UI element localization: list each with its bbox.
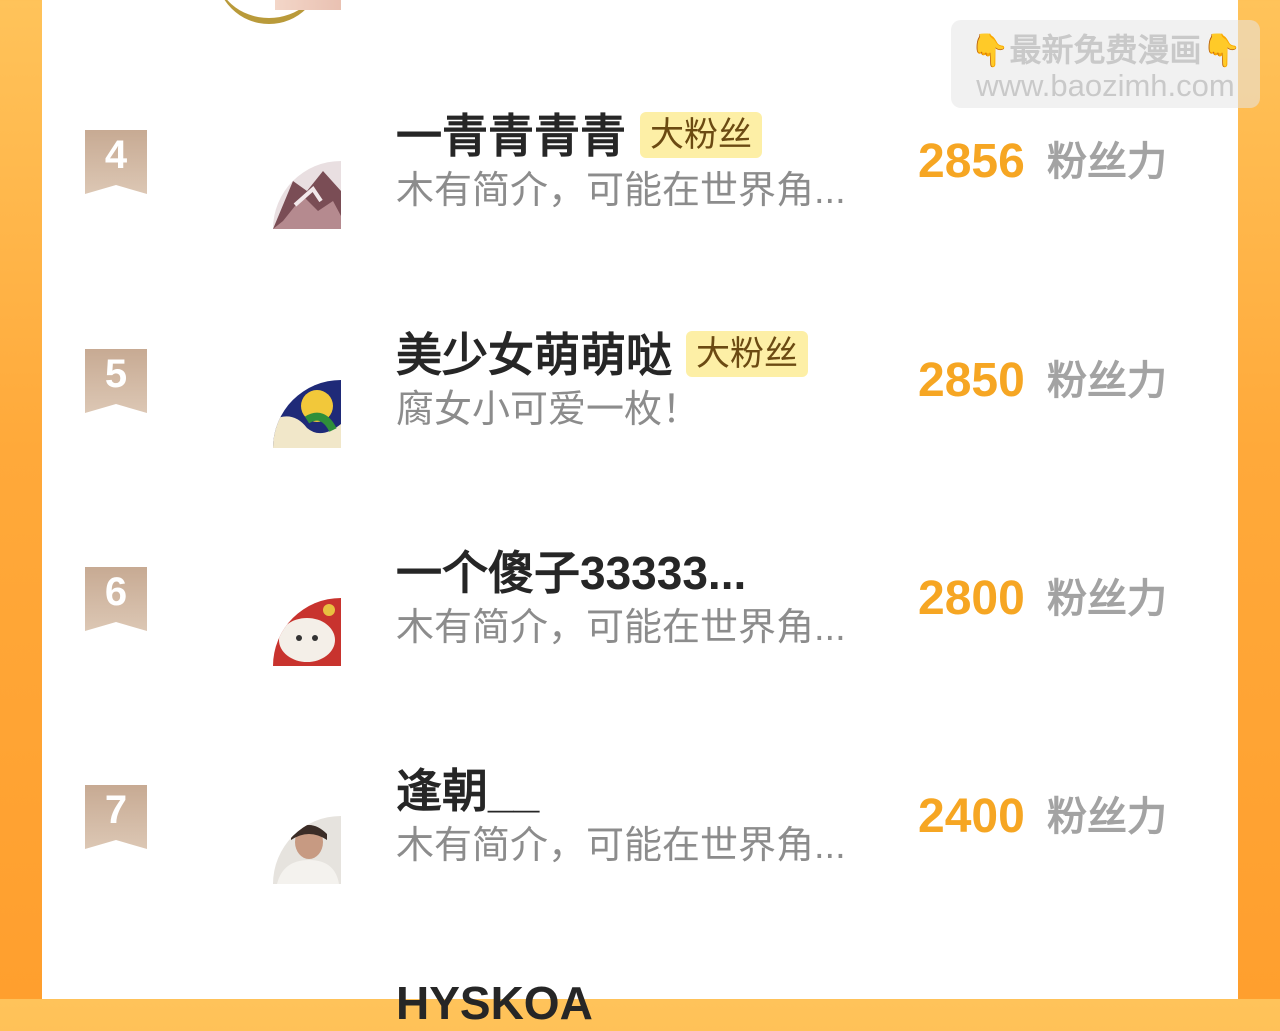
rank-tag: 4 <box>85 130 147 194</box>
next-user-name-partial[interactable]: HYSKOA <box>396 975 593 1031</box>
fan-score-unit: 粉丝力 <box>1047 359 1167 403</box>
user-name[interactable]: 美少女萌萌哒 大粉丝 <box>396 327 808 383</box>
avatar[interactable] <box>273 598 341 666</box>
avatar[interactable] <box>273 816 341 884</box>
rank-tag: 7 <box>85 785 147 849</box>
avatar[interactable] <box>273 161 341 229</box>
user-name[interactable]: 一个傻子33333... <box>396 545 746 601</box>
avatar[interactable] <box>273 380 341 448</box>
watermark-title-text: 最新免费漫画 <box>1009 32 1202 68</box>
user-bio: 木有简介，可能在世界角... <box>396 607 846 649</box>
user-bio: 木有简介，可能在世界角... <box>396 825 846 867</box>
fan-score-unit: 粉丝力 <box>1047 140 1167 184</box>
watermark: 👇最新免费漫画👇 www.baozimh.com <box>951 20 1260 108</box>
fan-score: 2400 <box>918 790 1025 843</box>
fan-score: 2800 <box>918 572 1025 625</box>
list-item[interactable]: 4 一青青青青 大粉丝 木有简介，可能在世界角... 2856 粉丝力 <box>0 110 1280 240</box>
watermark-title: 👇最新免费漫画👇 <box>951 30 1260 70</box>
user-bio: 木有简介，可能在世界角... <box>396 170 846 212</box>
previous-avatar <box>275 0 341 10</box>
fan-badge: 大粉丝 <box>686 331 808 377</box>
list-item[interactable]: 7 逢朝__ 木有简介，可能在世界角... 2400 粉丝力 <box>0 765 1280 895</box>
user-name[interactable]: 逢朝__ <box>396 763 539 819</box>
pointing-down-icon: 👇 <box>1201 32 1242 68</box>
fan-score-unit: 粉丝力 <box>1047 577 1167 621</box>
fan-score-unit: 粉丝力 <box>1047 795 1167 839</box>
fan-score: 2850 <box>918 354 1025 407</box>
list-item[interactable]: 5 美少女萌萌哒 大粉丝 腐女小可爱一枚！ 2850 粉丝力 <box>0 329 1280 459</box>
pointing-down-icon: 👇 <box>969 32 1010 68</box>
watermark-url: www.baozimh.com <box>976 68 1235 103</box>
list-item[interactable]: 6 一个傻子33333... 木有简介，可能在世界角... 2800 粉丝力 <box>0 547 1280 677</box>
fan-badge: 大粉丝 <box>640 112 762 158</box>
fan-score: 2856 <box>918 135 1025 188</box>
user-bio: 腐女小可爱一枚！ <box>396 389 701 431</box>
rank-tag: 6 <box>85 567 147 631</box>
rank-tag: 5 <box>85 349 147 413</box>
user-name[interactable]: 一青青青青 大粉丝 <box>396 108 762 164</box>
